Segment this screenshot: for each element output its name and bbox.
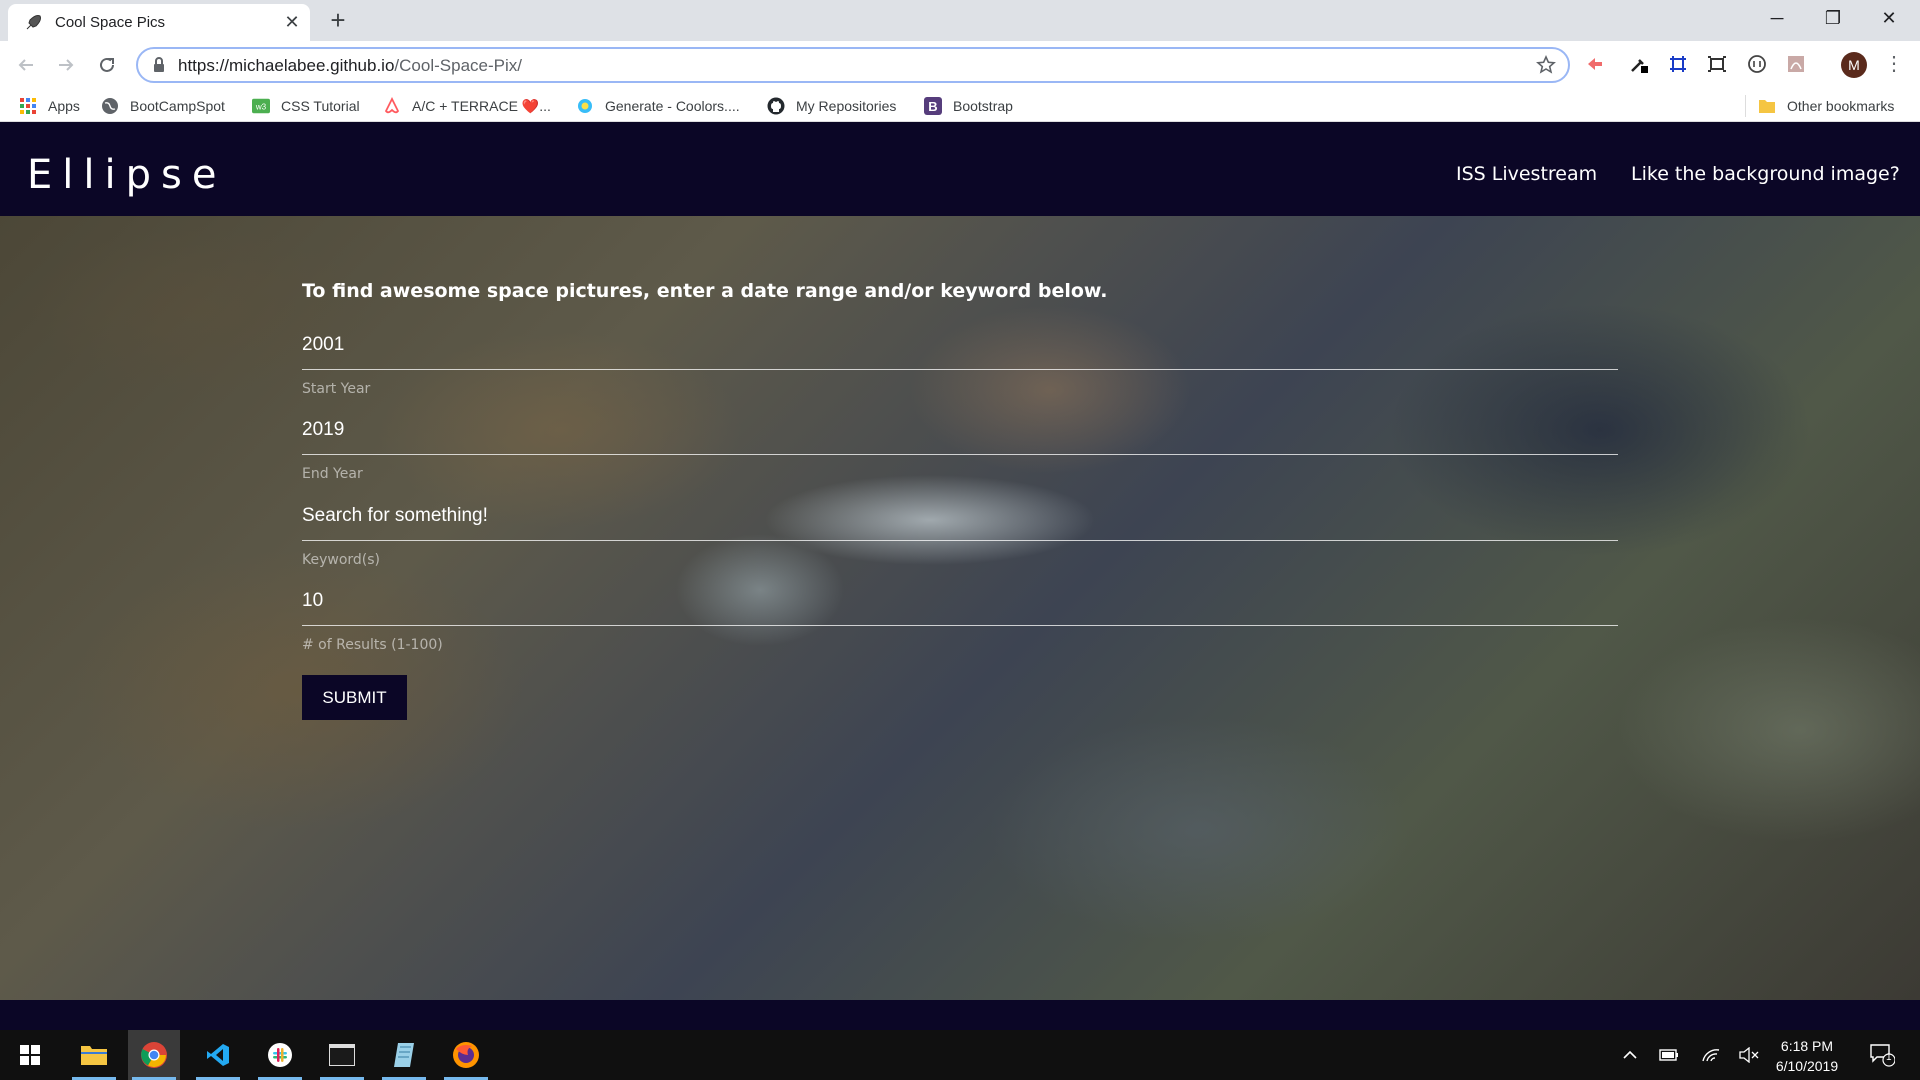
bookmarks-bar: Apps BootCampSpot w3 CSS Tutorial A/C + …	[0, 89, 1920, 122]
browser-toolbar: https://michaelabee.github.io/Cool-Space…	[0, 41, 1920, 89]
site-brand[interactable]: Ellipse	[27, 152, 226, 198]
taskbar-clock[interactable]: 6:18 PM 6/10/2019	[1764, 1036, 1850, 1076]
forward-icon[interactable]	[50, 49, 82, 81]
nav-link-background-image[interactable]: Like the background image?	[1631, 163, 1900, 185]
minimize-icon[interactable]: ─	[1754, 0, 1800, 36]
nav-link-iss-livestream[interactable]: ISS Livestream	[1456, 163, 1597, 185]
extension-screenshot-icon[interactable]	[1705, 52, 1729, 76]
browser-tab-strip: Cool Space Pics ✕ + ─ ❐ ✕	[0, 0, 1920, 41]
bookmark-label: Generate - Coolors....	[605, 98, 740, 114]
bookmark-bootstrap[interactable]: B Bootstrap	[924, 95, 1013, 117]
bookmark-bootcampspot[interactable]: BootCampSpot	[101, 95, 225, 117]
bookmark-css-tutorial[interactable]: w3 CSS Tutorial	[252, 95, 360, 117]
apps-grid-icon	[19, 97, 37, 115]
chrome-taskbar-icon[interactable]	[128, 1030, 180, 1080]
bookmark-label: A/C + TERRACE ❤️...	[412, 97, 551, 114]
bookmark-star-icon[interactable]	[1536, 55, 1556, 80]
coolors-icon	[576, 97, 594, 115]
slack-taskbar-icon[interactable]	[254, 1030, 306, 1080]
battery-icon[interactable]	[1654, 1030, 1684, 1080]
browser-menu-icon[interactable]: ⋮	[1884, 52, 1904, 78]
bootstrap-icon: B	[924, 97, 942, 115]
folder-icon	[1758, 97, 1776, 115]
tab-close-icon[interactable]: ✕	[282, 12, 302, 32]
windows-start-icon[interactable]	[4, 1030, 56, 1080]
site-navbar: Ellipse ISS Livestream Like the backgrou…	[0, 130, 1920, 216]
terminal-taskbar-icon[interactable]	[316, 1030, 368, 1080]
form-intro: To find awesome space pictures, enter a …	[302, 280, 1108, 302]
tab-title: Cool Space Pics	[55, 14, 166, 31]
bookmark-label: My Repositories	[796, 98, 897, 114]
other-bookmarks-label: Other bookmarks	[1787, 98, 1895, 114]
w3-icon: w3	[252, 97, 270, 115]
globe-icon	[101, 97, 119, 115]
notification-count: 1	[1886, 1052, 1892, 1063]
bookmark-label: Bootstrap	[953, 98, 1013, 114]
restore-icon[interactable]: ❐	[1810, 0, 1856, 36]
file-explorer-icon[interactable]	[68, 1030, 120, 1080]
submit-button[interactable]: SUBMIT	[302, 675, 407, 720]
end-year-label: End Year	[302, 466, 363, 482]
profile-avatar[interactable]: M	[1841, 52, 1867, 78]
keyword-field: Search for something! Keyword(s)	[302, 505, 1618, 568]
page-background: Ellipse ISS Livestream Like the backgrou…	[0, 130, 1920, 1000]
new-tab-button[interactable]: +	[324, 6, 352, 34]
airbnb-icon	[383, 97, 401, 115]
bookmark-ac-terrace[interactable]: A/C + TERRACE ❤️...	[383, 95, 551, 117]
bookmark-other[interactable]: Other bookmarks	[1745, 95, 1894, 117]
svg-text:B: B	[928, 99, 937, 114]
site-footer	[0, 1000, 1920, 1030]
extension-eyedropper-icon[interactable]	[1627, 52, 1651, 76]
vscode-taskbar-icon[interactable]	[192, 1030, 244, 1080]
url-path: /Cool-Space-Pix/	[394, 56, 522, 75]
results-count-input[interactable]: 10	[302, 590, 1618, 626]
notepad-taskbar-icon[interactable]	[378, 1030, 430, 1080]
extension-arrow-icon[interactable]	[1583, 52, 1607, 76]
browser-tab[interactable]: Cool Space Pics ✕	[8, 4, 310, 41]
keyword-input[interactable]: Search for something!	[302, 505, 1618, 541]
svg-text:w3: w3	[255, 103, 267, 112]
windows-taskbar: 6:18 PM 6/10/2019 1	[0, 1030, 1920, 1080]
end-year-input[interactable]: 2019	[302, 419, 1618, 455]
tray-chevron-icon[interactable]	[1616, 1030, 1644, 1080]
extension-circle-icon[interactable]	[1745, 52, 1769, 76]
window-close-icon[interactable]: ✕	[1866, 0, 1912, 36]
results-count-field: 10 # of Results (1-100)	[302, 590, 1618, 653]
results-count-label: # of Results (1-100)	[302, 637, 443, 653]
rocket-favicon-icon	[24, 14, 42, 32]
volume-muted-icon[interactable]	[1734, 1030, 1764, 1080]
bookmark-label: BootCampSpot	[130, 98, 225, 114]
bookmark-apps[interactable]: Apps	[19, 95, 80, 117]
url-domain: https://michaelabee.github.io	[178, 56, 395, 75]
bookmark-my-repositories[interactable]: My Repositories	[767, 95, 896, 117]
bookmark-label: CSS Tutorial	[281, 98, 360, 114]
clock-time: 6:18 PM	[1780, 1038, 1834, 1054]
keyword-label: Keyword(s)	[302, 552, 381, 568]
back-icon[interactable]	[10, 49, 42, 81]
bookmark-coolors[interactable]: Generate - Coolors....	[576, 95, 740, 117]
address-bar[interactable]: https://michaelabee.github.io/Cool-Space…	[136, 47, 1570, 83]
url-text: https://michaelabee.github.io/Cool-Space…	[178, 56, 522, 76]
bookmark-label: Apps	[48, 98, 80, 114]
start-year-field: 2001 Start Year	[302, 334, 1618, 397]
extension-grid-icon[interactable]	[1666, 52, 1690, 76]
github-icon	[767, 97, 785, 115]
wifi-icon[interactable]	[1696, 1030, 1726, 1080]
reload-icon[interactable]	[91, 49, 123, 81]
lock-icon	[152, 57, 166, 78]
end-year-field: 2019 End Year	[302, 419, 1618, 482]
start-year-label: Start Year	[302, 381, 371, 397]
clock-date: 6/10/2019	[1775, 1058, 1839, 1074]
start-year-input[interactable]: 2001	[302, 334, 1618, 370]
action-center-icon[interactable]: 1	[1862, 1030, 1902, 1080]
firefox-taskbar-icon[interactable]	[440, 1030, 492, 1080]
extension-pdf-icon[interactable]	[1784, 52, 1808, 76]
